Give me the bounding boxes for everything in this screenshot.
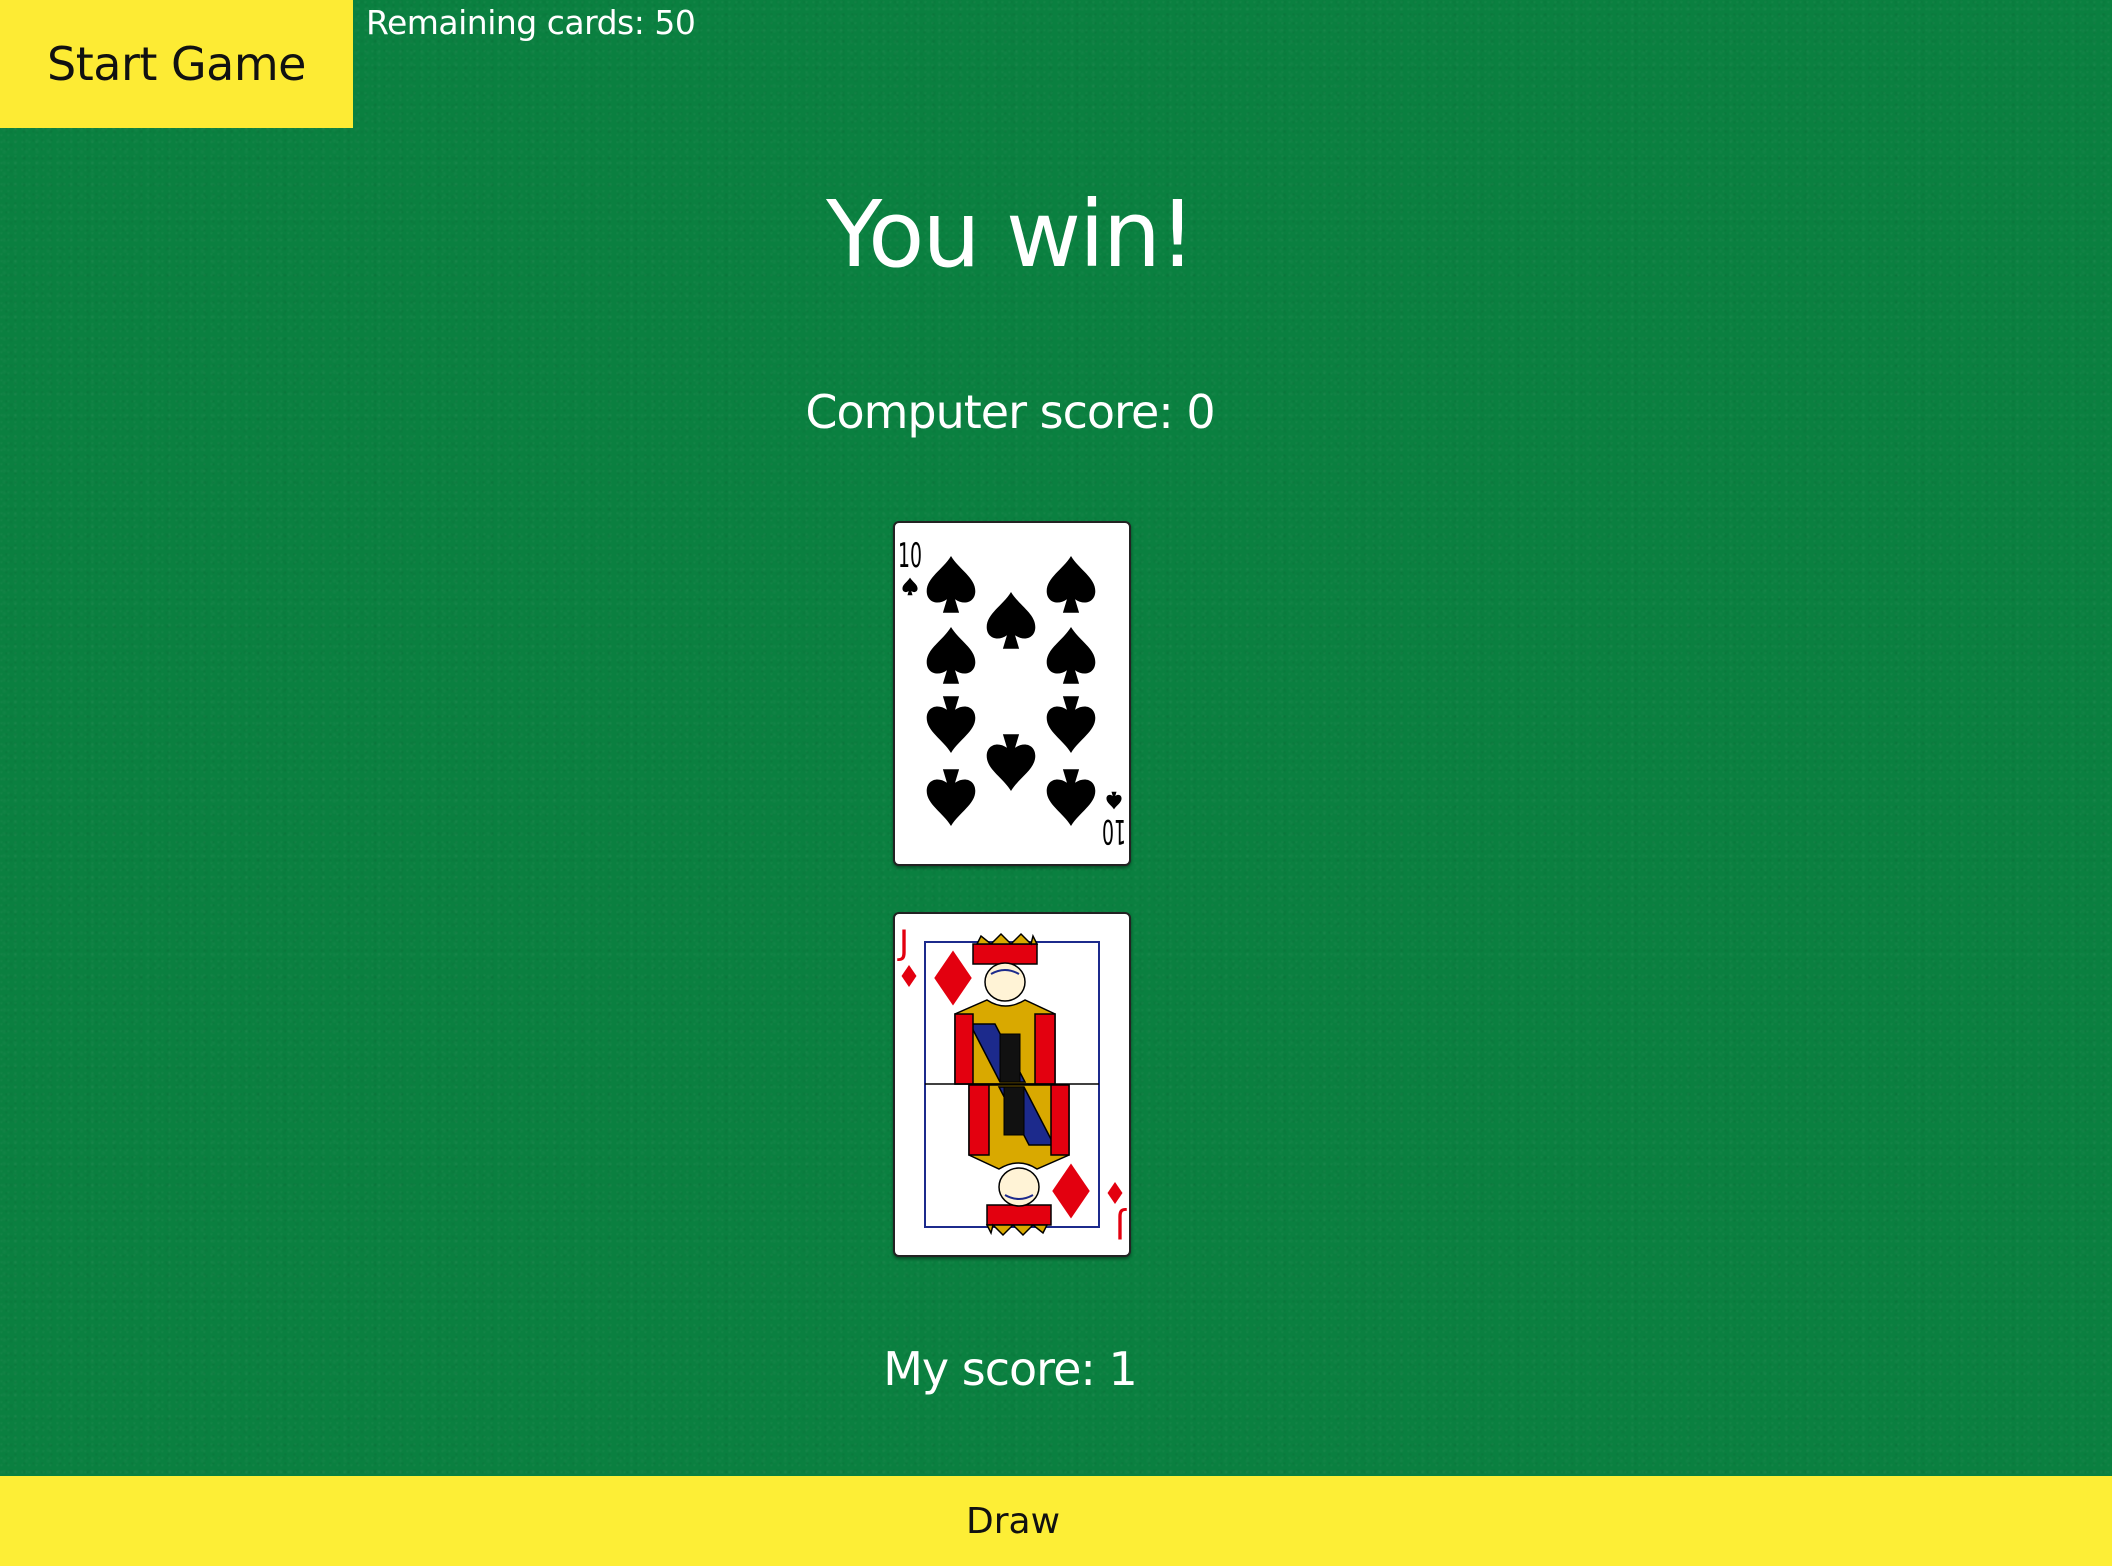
card-corner-rank-top: J bbox=[897, 923, 909, 963]
card-corner-rank-bottom: J bbox=[1115, 1206, 1127, 1246]
draw-button[interactable]: Draw bbox=[0, 1476, 2112, 1566]
start-game-button[interactable]: Start Game bbox=[0, 0, 353, 128]
remaining-cards-counter: Remaining cards: 50 bbox=[366, 3, 696, 42]
card-corner-rank-bottom: 10 bbox=[1102, 811, 1126, 851]
result-message: You win! bbox=[826, 181, 1196, 288]
ten-of-spades-face: 10 10 bbox=[898, 536, 1126, 851]
player-card-jack-of-diamonds: J J bbox=[893, 912, 1131, 1257]
computer-score: Computer score: 0 bbox=[805, 385, 1215, 439]
jack-of-diamonds-face: J J bbox=[897, 923, 1127, 1246]
computer-card-ten-of-spades: 10 10 bbox=[893, 521, 1131, 866]
my-score: My score: 1 bbox=[883, 1342, 1138, 1396]
card-corner-rank-top: 10 bbox=[898, 536, 922, 576]
